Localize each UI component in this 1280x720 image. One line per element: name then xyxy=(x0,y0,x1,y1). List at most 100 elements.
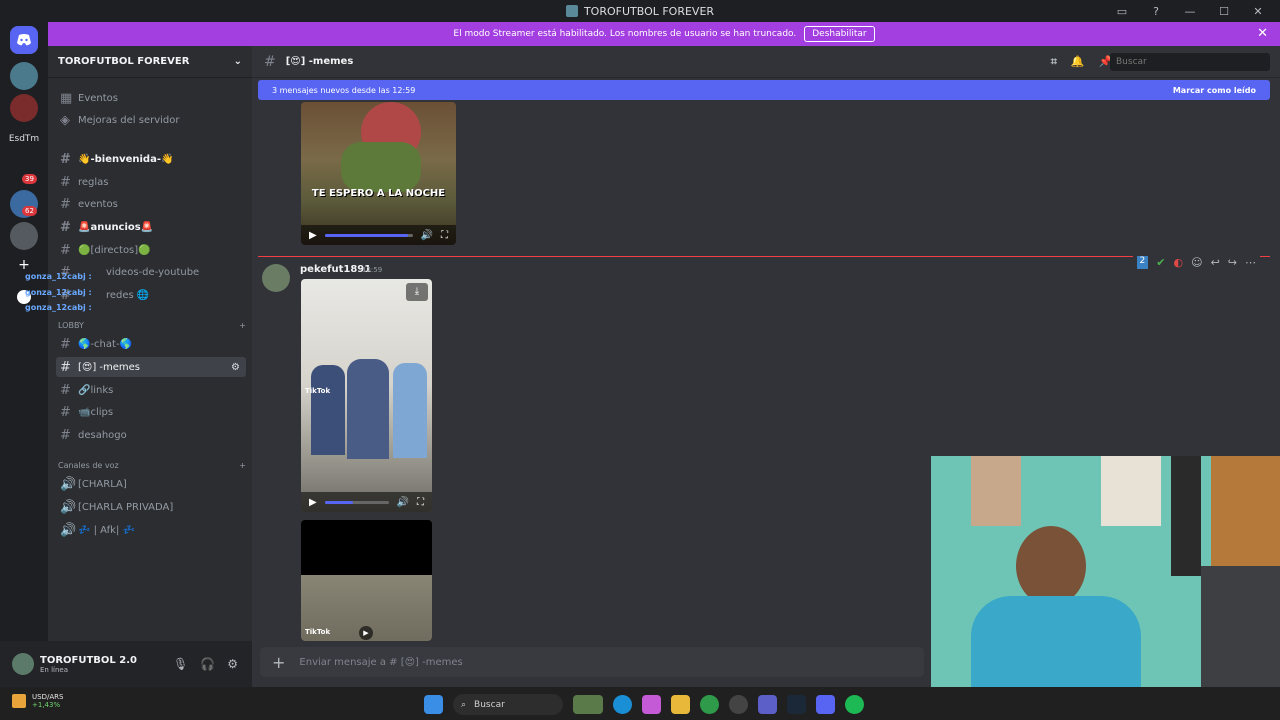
steam-icon[interactable] xyxy=(787,695,806,714)
reaction-count[interactable]: 2 xyxy=(1136,256,1149,269)
file-explorer-icon[interactable] xyxy=(671,695,690,714)
sidebar-item-boosts[interactable]: ◈ Mejoras del servidor xyxy=(56,110,246,130)
ticker-value: +1,43% xyxy=(32,701,61,709)
chart-icon xyxy=(12,694,26,708)
volume-icon[interactable]: 🔊 xyxy=(397,497,409,508)
discord-icon[interactable] xyxy=(816,695,835,714)
download-icon[interactable]: ⤓ xyxy=(406,283,428,301)
taskbar-search[interactable]: ⌕ Buscar xyxy=(453,694,563,715)
video-progress[interactable] xyxy=(324,500,389,504)
video-frame xyxy=(341,142,421,192)
calendar-icon: ▦ xyxy=(60,90,73,106)
channel-memes[interactable]: # [😍] -memes ⚙ xyxy=(56,357,246,377)
voice-channel-charla[interactable]: 🔊 [CHARLA] xyxy=(56,474,246,494)
tiktok-watermark: TikTok xyxy=(305,387,331,395)
channel-label: 🌎-chat-🌎 xyxy=(78,338,133,350)
user-name: TOROFUTBOL 2.0 xyxy=(40,654,137,666)
play-icon[interactable]: ▶ xyxy=(359,626,373,640)
close-icon[interactable]: ✕ xyxy=(1257,26,1268,41)
channel-desahogo[interactable]: # desahogo xyxy=(56,425,246,445)
avatar[interactable] xyxy=(12,653,34,675)
add-channel-icon[interactable]: + xyxy=(239,321,246,330)
channel-label: 🟢[directos]🟢 xyxy=(78,244,151,256)
microphone-icon[interactable]: 🎙 xyxy=(173,657,188,671)
message-input[interactable] xyxy=(299,656,860,668)
stock-widget[interactable]: USD/ARS +1,43% xyxy=(12,693,63,709)
category-lobby[interactable]: LOBBY + xyxy=(58,321,246,330)
category-voice[interactable]: Canales de voz + xyxy=(58,461,246,470)
video-attachment[interactable]: ⤓ TikTok ▶ 🔊 ⛶ xyxy=(301,279,432,512)
channel-bienvenida[interactable]: # 👋-bienvenida-👋 xyxy=(56,149,246,169)
channel-links[interactable]: # 🔗links xyxy=(56,380,246,400)
teams-icon[interactable] xyxy=(758,695,777,714)
channel-directos[interactable]: # 🟢[directos]🟢 xyxy=(56,240,246,260)
wall-poster xyxy=(971,456,1021,526)
chrome-icon[interactable] xyxy=(700,695,719,714)
copilot-icon[interactable] xyxy=(642,695,661,714)
channel-reglas[interactable]: # reglas xyxy=(56,172,246,192)
hash-icon: # xyxy=(60,336,71,352)
fullscreen-icon[interactable]: ⛶ xyxy=(417,497,424,508)
app-icon[interactable] xyxy=(729,695,748,714)
disable-streamer-button[interactable]: Deshabilitar xyxy=(804,26,875,42)
inbox-icon[interactable]: ▭ xyxy=(1108,5,1136,18)
widget-icon[interactable] xyxy=(573,695,603,714)
hash-icon: # xyxy=(60,219,71,235)
add-channel-icon[interactable]: + xyxy=(239,461,246,470)
message-input-box[interactable]: + xyxy=(260,647,924,677)
window-controls: ▭ ? — ☐ ✕ xyxy=(1108,0,1280,22)
edge-icon[interactable] xyxy=(613,695,632,714)
gear-icon[interactable]: ⚙ xyxy=(227,657,238,671)
wall-poster xyxy=(1211,456,1280,566)
message-author[interactable]: pekefut1891 xyxy=(300,264,371,275)
server-header[interactable]: TOROFUTBOL FOREVER ⌄ xyxy=(48,46,252,78)
guild-icon[interactable] xyxy=(10,222,38,250)
checkmark-icon[interactable]: ✔ xyxy=(1156,256,1165,269)
volume-icon[interactable]: 🔊 xyxy=(421,230,433,241)
sidebar-item-events[interactable]: ▦ Eventos xyxy=(56,88,246,108)
discord-home-icon[interactable] xyxy=(10,26,38,54)
spotify-icon[interactable] xyxy=(845,695,864,714)
search-input[interactable] xyxy=(1110,53,1270,71)
play-icon[interactable]: ▶ xyxy=(309,230,317,241)
guild-icon[interactable] xyxy=(10,62,38,90)
maximize-button[interactable]: ☐ xyxy=(1210,5,1238,18)
overlay-username: gonza_12cabj : xyxy=(25,272,92,281)
new-messages-bar[interactable]: 3 mensajes nuevos desde las 12:59 Marcar… xyxy=(258,80,1270,100)
channel-clips[interactable]: # 📹clips xyxy=(56,402,246,422)
video-progress[interactable] xyxy=(324,233,413,237)
forward-icon[interactable]: ↪ xyxy=(1228,256,1237,269)
voice-channel-charla-privada[interactable]: 🔊 [CHARLA PRIVADA] xyxy=(56,497,246,517)
add-server-icon[interactable]: + xyxy=(17,258,31,272)
close-window-button[interactable]: ✕ xyxy=(1244,5,1272,18)
message-composer: + xyxy=(252,641,932,687)
add-reaction-icon[interactable]: ☺ xyxy=(1191,256,1202,269)
monitor xyxy=(1201,566,1280,687)
guild-icon[interactable] xyxy=(10,94,38,122)
video-controls: ▶ 🔊 ⛶ xyxy=(301,492,432,512)
voice-channel-afk[interactable]: 🔊 💤 | Afk| 💤 xyxy=(56,520,246,540)
watermelon-icon[interactable]: ◐ xyxy=(1173,256,1183,269)
mark-as-read-button[interactable]: Marcar como leído xyxy=(1173,86,1256,95)
bell-icon[interactable]: 🔔 xyxy=(1071,55,1085,69)
video-attachment[interactable]: TikTok ▶ xyxy=(301,520,432,641)
play-icon[interactable]: ▶ xyxy=(309,497,317,508)
channel-settings-icon[interactable]: ⚙ xyxy=(231,362,240,373)
minimize-button[interactable]: — xyxy=(1176,5,1204,18)
more-icon[interactable]: ⋯ xyxy=(1245,256,1256,269)
video-attachment[interactable]: TE ESPERO A LA NOCHE ▶ 🔊 ⛶ xyxy=(301,102,456,245)
windows-taskbar: USD/ARS +1,43% ⌕ Buscar xyxy=(0,687,1280,720)
avatar[interactable] xyxy=(262,264,290,292)
add-attachment-icon[interactable]: + xyxy=(272,653,285,672)
channel-chat[interactable]: # 🌎-chat-🌎 xyxy=(56,334,246,354)
windows-start-icon[interactable] xyxy=(424,695,443,714)
channel-anuncios[interactable]: # 🚨anuncios🚨 xyxy=(56,217,246,237)
help-icon[interactable]: ? xyxy=(1142,5,1170,18)
threads-icon[interactable]: ⌗ xyxy=(1051,55,1057,69)
reply-icon[interactable]: ↩ xyxy=(1211,256,1220,269)
channel-eventos[interactable]: # eventos xyxy=(56,194,246,214)
channel-title: [😍] -memes xyxy=(285,56,354,67)
headphones-icon[interactable]: 🎧 xyxy=(200,657,215,671)
fullscreen-icon[interactable]: ⛶ xyxy=(441,230,448,241)
mention-badge: 62 xyxy=(22,206,37,216)
